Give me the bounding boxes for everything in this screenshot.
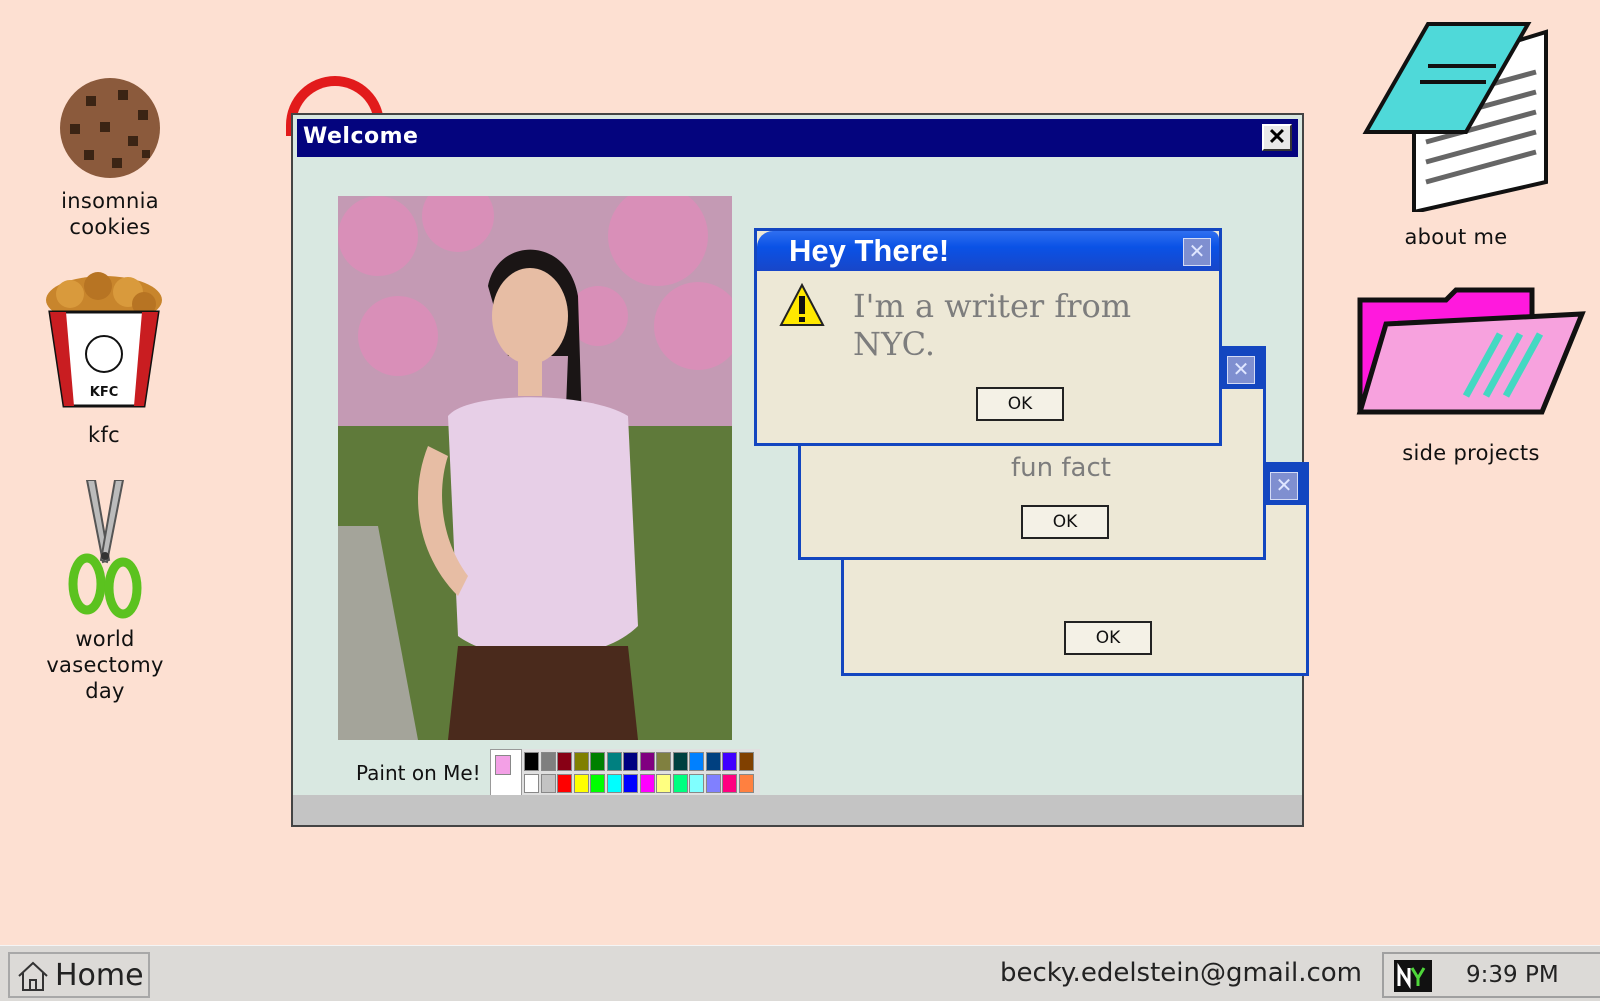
desktop-icon-world-vasectomy-day[interactable]: world vasectomy day [34, 480, 176, 704]
email-link[interactable]: becky.edelstein@gmail.com [1000, 958, 1362, 988]
fun-fact-close-button[interactable]: ✕ [1227, 356, 1255, 384]
third-ok-button[interactable]: OK [1064, 621, 1152, 655]
palette-swatch[interactable] [672, 774, 688, 793]
palette-swatch[interactable] [689, 752, 704, 771]
cookies-label-1: insomnia [61, 189, 159, 213]
welcome-title: Welcome [303, 124, 419, 149]
palette-swatch[interactable] [639, 752, 655, 771]
taskbar: Home becky.edelstein@gmail.com 9:39 PM [0, 945, 1600, 1001]
palette-swatch[interactable] [738, 752, 754, 771]
notepad-icon [1362, 22, 1548, 212]
chicken-bucket-icon: KFC [46, 272, 162, 408]
palette-swatch[interactable] [573, 752, 589, 771]
nyc-logo-icon [1394, 960, 1432, 992]
hey-there-dialog: Hey There! ✕ I'm a writer from NYC. OK [754, 228, 1222, 446]
palette-swatch[interactable] [606, 752, 622, 771]
about-me-label: about me [1404, 225, 1508, 249]
hey-there-ok-button[interactable]: OK [976, 387, 1064, 421]
hey-there-close-button[interactable]: ✕ [1183, 238, 1211, 266]
palette-swatch[interactable] [606, 774, 622, 793]
scissors-icon [68, 480, 142, 619]
palette-swatch[interactable] [623, 774, 638, 793]
profile-photo [338, 196, 732, 740]
close-icon: ✕ [1232, 359, 1250, 381]
fun-fact-message: fun fact [1011, 453, 1111, 483]
portrait-image [338, 196, 732, 740]
desktop-icon-side-projects[interactable]: side projects [1350, 280, 1592, 466]
palette-swatch[interactable] [540, 774, 556, 793]
palette-swatch[interactable] [573, 774, 589, 793]
palette-swatch[interactable] [705, 774, 721, 793]
color-palette [490, 749, 760, 797]
palette-swatch[interactable] [590, 774, 605, 793]
close-icon: ✕ [1275, 475, 1293, 497]
palette-swatch[interactable] [722, 774, 737, 793]
third-dialog-close-button[interactable]: ✕ [1270, 472, 1298, 500]
palette-swatch[interactable] [656, 752, 671, 771]
palette-swatch[interactable] [689, 774, 704, 793]
palette-swatch[interactable] [524, 752, 539, 771]
palette-swatch[interactable] [557, 774, 572, 793]
palette-swatch[interactable] [722, 752, 737, 771]
palette-swatch[interactable] [590, 752, 605, 771]
palette-swatch[interactable] [672, 752, 688, 771]
welcome-statusbar [293, 795, 1302, 825]
desktop-icon-kfc[interactable]: KFC kfc [40, 272, 168, 448]
side-projects-label: side projects [1402, 441, 1540, 465]
vasectomy-label-3: day [85, 679, 125, 703]
welcome-titlebar[interactable]: Welcome ✕ [297, 119, 1298, 157]
kfc-bucket-text: KFC [90, 385, 119, 400]
cookie-icon [60, 78, 160, 178]
vasectomy-label-2: vasectomy [46, 653, 164, 677]
desktop-icon-insomnia-cookies[interactable]: insomnia cookies [40, 76, 180, 240]
palette-swatch[interactable] [738, 774, 754, 793]
home-label: Home [55, 958, 144, 993]
home-icon [18, 961, 48, 991]
warning-icon [779, 283, 825, 326]
palette-swatch[interactable] [524, 774, 539, 793]
paint-label: Paint on Me! [356, 761, 481, 785]
home-button[interactable]: Home [8, 952, 150, 998]
clock: 9:39 PM [1466, 962, 1559, 988]
vasectomy-label-1: world [75, 627, 135, 651]
close-icon: ✕ [1267, 124, 1287, 149]
close-icon: ✕ [1188, 241, 1206, 263]
welcome-close-button[interactable]: ✕ [1262, 124, 1292, 151]
hey-there-titlebar[interactable]: Hey There! ✕ [757, 231, 1219, 271]
palette-swatch[interactable] [540, 752, 556, 771]
folder-icon [1356, 287, 1586, 415]
palette-swatch[interactable] [705, 752, 721, 771]
kfc-label: kfc [87, 423, 120, 447]
system-tray: 9:39 PM [1382, 952, 1600, 998]
hey-there-title: Hey There! [789, 233, 950, 268]
palette-swatch[interactable] [656, 774, 671, 793]
desktop-icon-about-me[interactable]: about me [1320, 22, 1592, 250]
hey-there-message: I'm a writer from NYC. [853, 287, 1132, 363]
palette-swatch[interactable] [639, 774, 655, 793]
palette-swatch[interactable] [623, 752, 638, 771]
current-color-swatch[interactable] [490, 749, 522, 797]
fun-fact-ok-button[interactable]: OK [1021, 505, 1109, 539]
cookies-label-2: cookies [69, 215, 151, 239]
palette-swatch[interactable] [557, 752, 572, 771]
